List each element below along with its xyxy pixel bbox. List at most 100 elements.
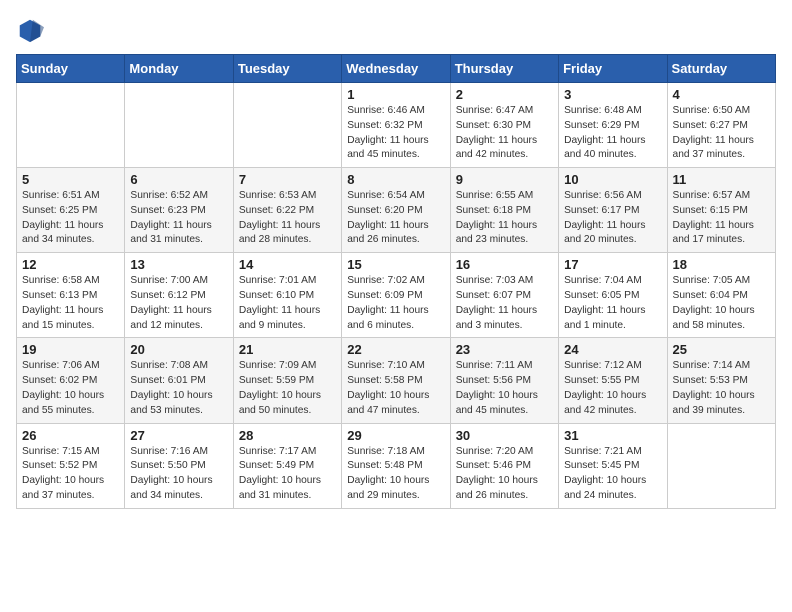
day-number: 7 bbox=[239, 172, 336, 187]
day-number: 21 bbox=[239, 342, 336, 357]
calendar-cell: 11 Sunrise: 6:57 AM Sunset: 6:15 PM Dayli… bbox=[667, 168, 775, 253]
calendar-cell: 5Sunrise: 6:51 AM Sunset: 6:25 PM Daylig… bbox=[17, 168, 125, 253]
calendar-header-row: SundayMondayTuesdayWednesdayThursdayFrid… bbox=[17, 55, 776, 83]
cell-info: Sunrise: 7:04 AM Sunset: 6:05 PM Dayligh… bbox=[564, 274, 661, 333]
day-number: 28 bbox=[239, 428, 336, 443]
day-number: 30 bbox=[456, 428, 553, 443]
cell-info: Sunrise: 7:14 AM Sunset: 5:53 PM Dayligh… bbox=[673, 359, 770, 418]
calendar-cell: 9 Sunrise: 6:55 AM Sunset: 6:18 PM Daylig… bbox=[450, 168, 558, 253]
calendar-cell: 22 Sunrise: 7:10 AM Sunset: 5:58 PM Dayli… bbox=[342, 338, 450, 423]
cell-info: Sunrise: 7:00 AM Sunset: 6:12 PM Dayligh… bbox=[130, 274, 227, 333]
cell-info: Sunrise: 6:46 AM Sunset: 6:32 PM Dayligh… bbox=[347, 104, 444, 163]
cell-info: Sunrise: 7:01 AM Sunset: 6:10 PM Dayligh… bbox=[239, 274, 336, 333]
cell-info: Sunrise: 6:48 AM Sunset: 6:29 PM Dayligh… bbox=[564, 104, 661, 163]
day-header-tuesday: Tuesday bbox=[233, 55, 341, 83]
cell-info: Sunrise: 6:54 AM Sunset: 6:20 PM Dayligh… bbox=[347, 189, 444, 248]
day-number: 9 bbox=[456, 172, 553, 187]
day-number: 17 bbox=[564, 257, 661, 272]
calendar-cell: 18Sunrise: 7:05 AM Sunset: 6:04 PM Dayli… bbox=[667, 253, 775, 338]
day-number: 29 bbox=[347, 428, 444, 443]
calendar: SundayMondayTuesdayWednesdayThursdayFrid… bbox=[16, 54, 776, 509]
cell-info: Sunrise: 6:56 AM Sunset: 6:17 PM Dayligh… bbox=[564, 189, 661, 248]
calendar-cell: 16 Sunrise: 7:03 AM Sunset: 6:07 PM Dayli… bbox=[450, 253, 558, 338]
day-header-friday: Friday bbox=[559, 55, 667, 83]
calendar-cell: 17 Sunrise: 7:04 AM Sunset: 6:05 PM Dayli… bbox=[559, 253, 667, 338]
day-header-sunday: Sunday bbox=[17, 55, 125, 83]
calendar-cell: 3Sunrise: 6:48 AM Sunset: 6:29 PM Daylig… bbox=[559, 83, 667, 168]
calendar-cell: 21 Sunrise: 7:09 AM Sunset: 5:59 PM Dayli… bbox=[233, 338, 341, 423]
cell-info: Sunrise: 7:21 AM Sunset: 5:45 PM Dayligh… bbox=[564, 445, 661, 504]
calendar-cell: 13 Sunrise: 7:00 AM Sunset: 6:12 PM Dayli… bbox=[125, 253, 233, 338]
calendar-cell: 25Sunrise: 7:14 AM Sunset: 5:53 PM Dayli… bbox=[667, 338, 775, 423]
calendar-cell: 29 Sunrise: 7:18 AM Sunset: 5:48 PM Dayli… bbox=[342, 423, 450, 508]
day-number: 12 bbox=[22, 257, 119, 272]
cell-info: Sunrise: 6:53 AM Sunset: 6:22 PM Dayligh… bbox=[239, 189, 336, 248]
calendar-week-row: 26 Sunrise: 7:15 AM Sunset: 5:52 PM Dayli… bbox=[17, 423, 776, 508]
calendar-cell bbox=[233, 83, 341, 168]
calendar-cell bbox=[667, 423, 775, 508]
day-number: 26 bbox=[22, 428, 119, 443]
day-number: 6 bbox=[130, 172, 227, 187]
day-header-thursday: Thursday bbox=[450, 55, 558, 83]
day-number: 15 bbox=[347, 257, 444, 272]
day-number: 19 bbox=[22, 342, 119, 357]
cell-info: Sunrise: 7:06 AM Sunset: 6:02 PM Dayligh… bbox=[22, 359, 119, 418]
calendar-cell: 15 Sunrise: 7:02 AM Sunset: 6:09 PM Dayli… bbox=[342, 253, 450, 338]
day-number: 1 bbox=[347, 87, 444, 102]
calendar-cell: 12 Sunrise: 6:58 AM Sunset: 6:13 PM Dayli… bbox=[17, 253, 125, 338]
calendar-week-row: 19 Sunrise: 7:06 AM Sunset: 6:02 PM Dayli… bbox=[17, 338, 776, 423]
calendar-cell: 10 Sunrise: 6:56 AM Sunset: 6:17 PM Dayli… bbox=[559, 168, 667, 253]
cell-info: Sunrise: 7:03 AM Sunset: 6:07 PM Dayligh… bbox=[456, 274, 553, 333]
calendar-cell: 27 Sunrise: 7:16 AM Sunset: 5:50 PM Dayli… bbox=[125, 423, 233, 508]
day-header-saturday: Saturday bbox=[667, 55, 775, 83]
cell-info: Sunrise: 7:17 AM Sunset: 5:49 PM Dayligh… bbox=[239, 445, 336, 504]
cell-info: Sunrise: 6:55 AM Sunset: 6:18 PM Dayligh… bbox=[456, 189, 553, 248]
day-number: 8 bbox=[347, 172, 444, 187]
calendar-cell: 30 Sunrise: 7:20 AM Sunset: 5:46 PM Dayli… bbox=[450, 423, 558, 508]
cell-info: Sunrise: 7:05 AM Sunset: 6:04 PM Dayligh… bbox=[673, 274, 770, 333]
day-number: 16 bbox=[456, 257, 553, 272]
cell-info: Sunrise: 6:58 AM Sunset: 6:13 PM Dayligh… bbox=[22, 274, 119, 333]
calendar-week-row: 5Sunrise: 6:51 AM Sunset: 6:25 PM Daylig… bbox=[17, 168, 776, 253]
calendar-cell: 4 Sunrise: 6:50 AM Sunset: 6:27 PM Daylig… bbox=[667, 83, 775, 168]
cell-info: Sunrise: 6:51 AM Sunset: 6:25 PM Dayligh… bbox=[22, 189, 119, 248]
cell-info: Sunrise: 6:47 AM Sunset: 6:30 PM Dayligh… bbox=[456, 104, 553, 163]
cell-info: Sunrise: 6:52 AM Sunset: 6:23 PM Dayligh… bbox=[130, 189, 227, 248]
day-number: 13 bbox=[130, 257, 227, 272]
cell-info: Sunrise: 7:10 AM Sunset: 5:58 PM Dayligh… bbox=[347, 359, 444, 418]
calendar-cell: 14Sunrise: 7:01 AM Sunset: 6:10 PM Dayli… bbox=[233, 253, 341, 338]
cell-info: Sunrise: 6:57 AM Sunset: 6:15 PM Dayligh… bbox=[673, 189, 770, 248]
day-number: 24 bbox=[564, 342, 661, 357]
cell-info: Sunrise: 7:15 AM Sunset: 5:52 PM Dayligh… bbox=[22, 445, 119, 504]
calendar-cell: 1 Sunrise: 6:46 AM Sunset: 6:32 PM Daylig… bbox=[342, 83, 450, 168]
day-number: 23 bbox=[456, 342, 553, 357]
calendar-cell: 24 Sunrise: 7:12 AM Sunset: 5:55 PM Dayli… bbox=[559, 338, 667, 423]
calendar-cell bbox=[17, 83, 125, 168]
calendar-cell: 19 Sunrise: 7:06 AM Sunset: 6:02 PM Dayli… bbox=[17, 338, 125, 423]
day-number: 4 bbox=[673, 87, 770, 102]
cell-info: Sunrise: 7:16 AM Sunset: 5:50 PM Dayligh… bbox=[130, 445, 227, 504]
cell-info: Sunrise: 7:18 AM Sunset: 5:48 PM Dayligh… bbox=[347, 445, 444, 504]
calendar-week-row: 1 Sunrise: 6:46 AM Sunset: 6:32 PM Daylig… bbox=[17, 83, 776, 168]
day-number: 11 bbox=[673, 172, 770, 187]
day-number: 2 bbox=[456, 87, 553, 102]
day-header-wednesday: Wednesday bbox=[342, 55, 450, 83]
calendar-cell: 6 Sunrise: 6:52 AM Sunset: 6:23 PM Daylig… bbox=[125, 168, 233, 253]
day-number: 27 bbox=[130, 428, 227, 443]
cell-info: Sunrise: 7:09 AM Sunset: 5:59 PM Dayligh… bbox=[239, 359, 336, 418]
page-container: SundayMondayTuesdayWednesdayThursdayFrid… bbox=[0, 0, 792, 517]
day-number: 20 bbox=[130, 342, 227, 357]
calendar-cell bbox=[125, 83, 233, 168]
day-number: 10 bbox=[564, 172, 661, 187]
day-number: 22 bbox=[347, 342, 444, 357]
calendar-cell: 26 Sunrise: 7:15 AM Sunset: 5:52 PM Dayli… bbox=[17, 423, 125, 508]
cell-info: Sunrise: 6:50 AM Sunset: 6:27 PM Dayligh… bbox=[673, 104, 770, 163]
calendar-week-row: 12 Sunrise: 6:58 AM Sunset: 6:13 PM Dayli… bbox=[17, 253, 776, 338]
cell-info: Sunrise: 7:20 AM Sunset: 5:46 PM Dayligh… bbox=[456, 445, 553, 504]
cell-info: Sunrise: 7:02 AM Sunset: 6:09 PM Dayligh… bbox=[347, 274, 444, 333]
calendar-cell: 2 Sunrise: 6:47 AM Sunset: 6:30 PM Daylig… bbox=[450, 83, 558, 168]
day-header-monday: Monday bbox=[125, 55, 233, 83]
cell-info: Sunrise: 7:12 AM Sunset: 5:55 PM Dayligh… bbox=[564, 359, 661, 418]
logo bbox=[16, 16, 48, 44]
day-number: 31 bbox=[564, 428, 661, 443]
